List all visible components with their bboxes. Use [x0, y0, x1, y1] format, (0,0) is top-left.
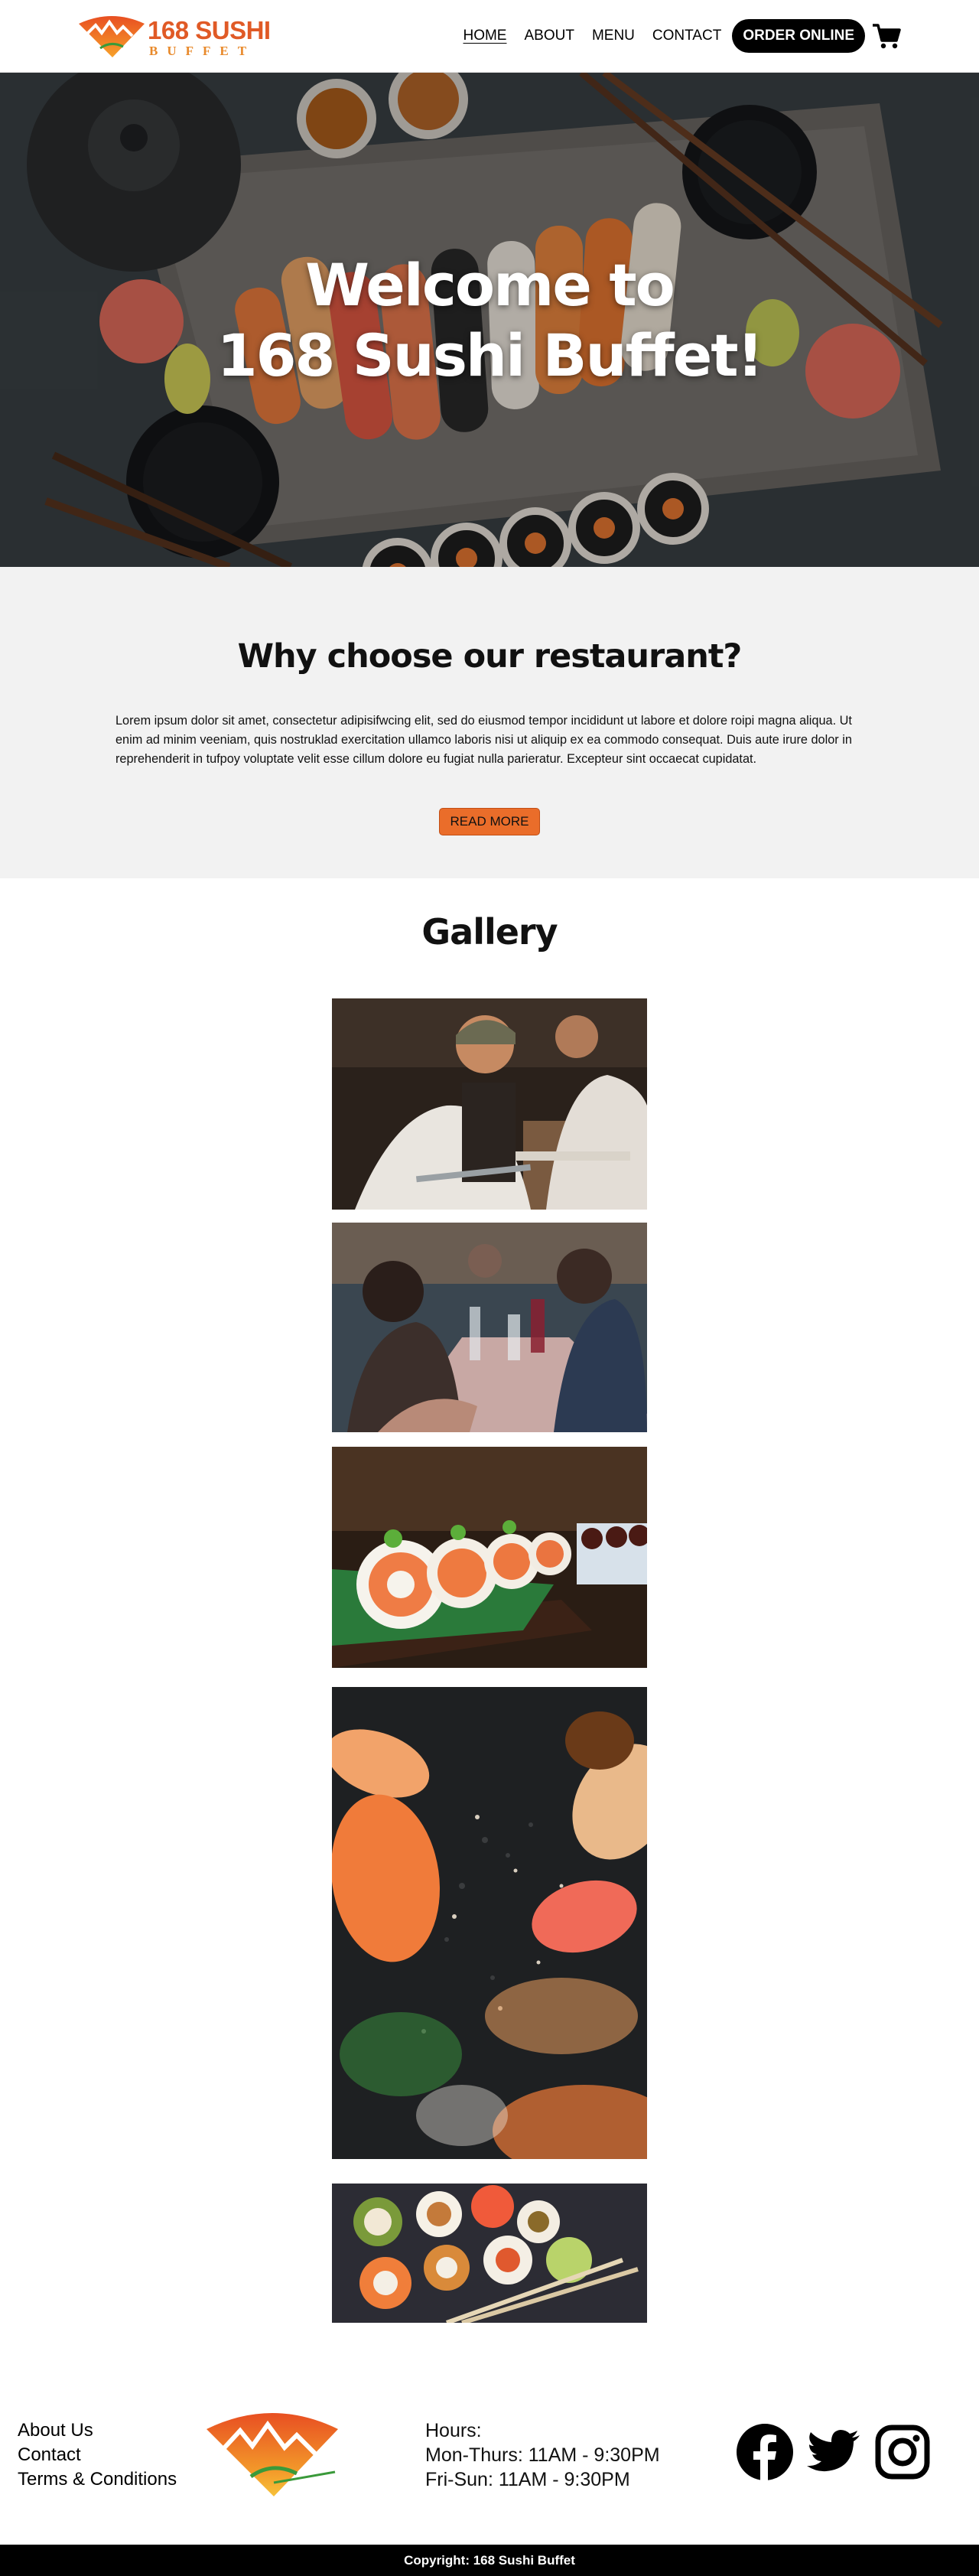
footer-link-contact[interactable]: Contact	[18, 2443, 177, 2467]
nav-about[interactable]: ABOUT	[524, 28, 574, 44]
shopping-cart-icon[interactable]	[871, 21, 902, 51]
hero-title-line2: 168 Sushi Buffet!	[216, 321, 763, 389]
gallery-image-nigiri[interactable]	[332, 1687, 647, 2159]
hero-banner: Welcome to 168 Sushi Buffet!	[0, 73, 979, 567]
site-footer: About Us Contact Terms & Conditions Hour…	[0, 2379, 979, 2545]
brand-name: 168 SUSHI	[148, 16, 271, 44]
gallery-image-diners[interactable]	[332, 1223, 647, 1432]
why-section: Why choose our restaurant? Lorem ipsum d…	[0, 567, 979, 878]
copyright-bar: Copyright: 168 Sushi Buffet	[0, 2545, 979, 2576]
hero-title-line1: Welcome to	[305, 251, 675, 319]
brand-subtitle: BUFFET	[149, 44, 256, 58]
main-nav: HOME ABOUT MENU CONTACT ORDER ONLINE	[445, 19, 902, 53]
gallery-image-chef[interactable]	[332, 998, 647, 1210]
facebook-icon[interactable]	[736, 2423, 794, 2485]
why-heading: Why choose our restaurant?	[237, 637, 743, 676]
footer-fan-logo-icon	[207, 2413, 338, 2496]
opening-hours: Hours: Mon-Thurs: 11AM - 9:30PM Fri-Sun:…	[425, 2418, 660, 2492]
why-body: Lorem ipsum dolor sit amet, consectetur …	[115, 714, 852, 766]
social-links	[736, 2423, 942, 2485]
nav-home[interactable]: HOME	[463, 28, 506, 44]
hours-title: Hours:	[425, 2420, 482, 2441]
nav-contact[interactable]: CONTACT	[652, 28, 721, 44]
hours-weekday: Mon-Thurs: 11AM - 9:30PM	[425, 2444, 660, 2466]
fan-logo-icon	[79, 16, 145, 57]
nav-menu[interactable]: MENU	[592, 28, 635, 44]
hero-title: Welcome to 168 Sushi Buffet!	[0, 250, 979, 391]
order-online-button[interactable]: ORDER ONLINE	[732, 19, 865, 53]
site-header: 168 SUSHI BUFFET HOME ABOUT MENU CONTACT…	[0, 0, 979, 73]
instagram-icon[interactable]	[873, 2423, 932, 2485]
gallery-section: Gallery	[0, 878, 979, 2379]
hours-weekend: Fri-Sun: 11AM - 9:30PM	[425, 2469, 630, 2490]
gallery-image-sushi-chopsticks[interactable]	[332, 2184, 647, 2323]
read-more-button[interactable]: READ MORE	[439, 808, 540, 835]
brand-logo[interactable]: 168 SUSHI BUFFET	[77, 13, 276, 60]
twitter-icon[interactable]	[805, 2423, 863, 2485]
footer-link-terms[interactable]: Terms & Conditions	[18, 2467, 177, 2492]
footer-links: About Us Contact Terms & Conditions	[18, 2418, 177, 2492]
gallery-heading: Gallery	[421, 911, 558, 953]
gallery-image-maki[interactable]	[332, 1447, 647, 1668]
footer-link-about[interactable]: About Us	[18, 2418, 177, 2443]
